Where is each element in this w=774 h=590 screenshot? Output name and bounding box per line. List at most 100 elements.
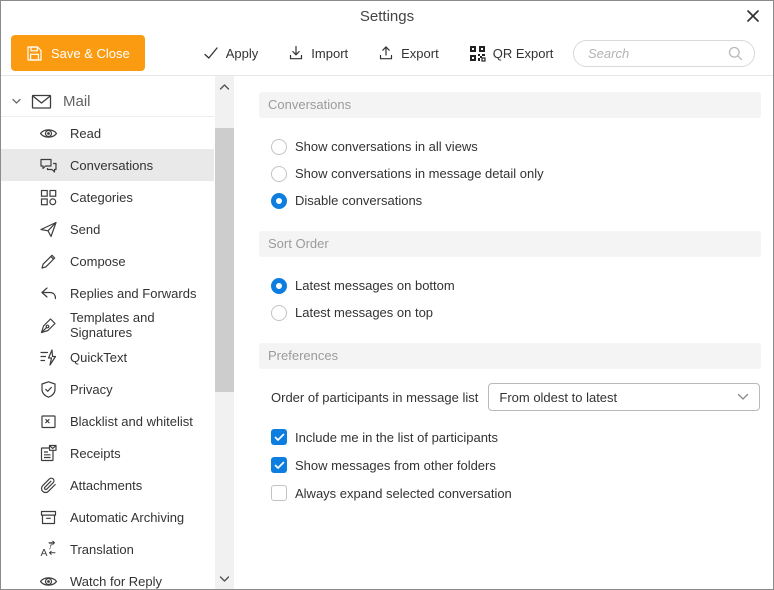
radio-disable-conversations[interactable]: Disable conversations	[271, 187, 761, 214]
checkbox-always-expand-conversation[interactable]: Always expand selected conversation	[271, 479, 761, 507]
apply-button[interactable]: Apply	[203, 45, 259, 61]
sidebar-item-conversations[interactable]: Conversations	[1, 149, 214, 181]
chevron-up-icon	[219, 83, 230, 91]
radio-show-conversations-detail-only[interactable]: Show conversations in message detail onl…	[271, 160, 761, 187]
radio-selected-icon[interactable]	[271, 278, 287, 294]
qr-export-button[interactable]: QR Export	[469, 45, 554, 62]
save-close-label: Save & Close	[51, 46, 130, 61]
radio-icon[interactable]	[271, 139, 287, 155]
import-label: Import	[311, 46, 348, 61]
settings-main-panel: Conversations Show conversations in all …	[241, 76, 773, 589]
sidebar-item-translation[interactable]: Aｱ Translation	[1, 533, 214, 565]
sidebar-item-label: Conversations	[70, 158, 153, 173]
radio-selected-icon[interactable]	[271, 193, 287, 209]
sidebar-rows: Mail Read Conversations Categories Send	[1, 87, 214, 590]
sidebar-item-label: Categories	[70, 190, 133, 205]
translate-icon: Aｱ	[39, 540, 58, 559]
preferences-checkboxes: Include me in the list of participants S…	[271, 423, 761, 507]
radio-icon[interactable]	[271, 166, 287, 182]
participants-order-select[interactable]: From oldest to latest	[488, 383, 760, 411]
settings-window: Settings Save & Close Apply Import Expor…	[0, 0, 774, 590]
save-icon	[26, 45, 43, 62]
toolbar: Save & Close Apply Import Export QR Expo…	[1, 31, 773, 76]
sidebar-item-categories[interactable]: Categories	[1, 181, 214, 213]
sort-order-options: Latest messages on bottom Latest message…	[271, 272, 761, 326]
sidebar-item-label: Replies and Forwards	[70, 286, 196, 301]
eye-icon	[39, 124, 58, 143]
sidebar-item-label: Templates and Signatures	[70, 310, 214, 340]
section-header-preferences: Preferences	[259, 343, 761, 369]
check-icon	[274, 433, 285, 442]
pen-nib-icon	[39, 316, 58, 335]
checkbox-checked-icon[interactable]	[271, 429, 287, 445]
scrollbar-thumb[interactable]	[215, 128, 234, 392]
sidebar-item-privacy[interactable]: Privacy	[1, 373, 214, 405]
import-icon	[288, 45, 304, 61]
qr-export-label: QR Export	[493, 46, 554, 61]
sidebar-item-label: Privacy	[70, 382, 113, 397]
sidebar-item-send[interactable]: Send	[1, 213, 214, 245]
section-header-sort-order: Sort Order	[259, 231, 761, 257]
sidebar-item-receipts[interactable]: Receipts	[1, 437, 214, 469]
sidebar-item-compose[interactable]: Compose	[1, 245, 214, 277]
checkbox-include-me[interactable]: Include me in the list of participants	[271, 423, 761, 451]
participants-order-row: Order of participants in message list Fr…	[271, 383, 761, 411]
scroll-up-button[interactable]	[215, 78, 234, 95]
titlebar: Settings	[1, 1, 773, 31]
sidebar: Mail Read Conversations Categories Send	[1, 76, 241, 589]
category-grid-icon	[39, 188, 58, 207]
sidebar-item-templates-and-signatures[interactable]: Templates and Signatures	[1, 309, 214, 341]
chevron-down-icon	[219, 575, 230, 583]
app-body: Mail Read Conversations Categories Send	[1, 76, 773, 589]
window-title: Settings	[1, 8, 773, 25]
apply-label: Apply	[226, 46, 259, 61]
check-icon	[203, 45, 219, 61]
shield-check-icon	[39, 380, 58, 399]
sidebar-item-label: Compose	[70, 254, 126, 269]
sidebar-item-attachments[interactable]: Attachments	[1, 469, 214, 501]
checkbox-unchecked-icon[interactable]	[271, 485, 287, 501]
check-icon	[274, 461, 285, 470]
save-close-button[interactable]: Save & Close	[11, 35, 145, 71]
import-button[interactable]: Import	[288, 45, 348, 61]
sidebar-item-quicktext[interactable]: QuickText	[1, 341, 214, 373]
blocked-box-icon	[39, 412, 58, 431]
paperclip-icon	[39, 476, 58, 495]
checkbox-label: Always expand selected conversation	[295, 486, 512, 501]
export-label: Export	[401, 46, 439, 61]
scroll-down-button[interactable]	[215, 570, 234, 587]
radio-show-conversations-all-views[interactable]: Show conversations in all views	[271, 133, 761, 160]
svg-text:A: A	[41, 547, 48, 559]
sidebar-item-label: Read	[70, 126, 101, 141]
mail-envelope-icon	[31, 93, 52, 110]
export-icon	[378, 45, 394, 61]
chat-bubbles-icon	[39, 156, 58, 175]
radio-latest-messages-bottom[interactable]: Latest messages on bottom	[271, 272, 761, 299]
toolbar-actions: Apply Import Export QR Export	[203, 45, 554, 62]
checkbox-checked-icon[interactable]	[271, 457, 287, 473]
search-icon	[727, 45, 744, 62]
sidebar-item-label: Send	[70, 222, 100, 237]
sidebar-item-automatic-archiving[interactable]: Automatic Archiving	[1, 501, 214, 533]
sidebar-scrollbar[interactable]	[215, 76, 234, 589]
paper-plane-icon	[39, 220, 58, 239]
sidebar-item-label: QuickText	[70, 350, 127, 365]
radio-latest-messages-top[interactable]: Latest messages on top	[271, 299, 761, 326]
radio-label: Disable conversations	[295, 193, 422, 208]
checkbox-show-messages-other-folders[interactable]: Show messages from other folders	[271, 451, 761, 479]
sidebar-item-watch-for-reply[interactable]: Watch for Reply	[1, 565, 214, 590]
sidebar-item-read[interactable]: Read	[1, 117, 214, 149]
radio-label: Show conversations in message detail onl…	[295, 166, 544, 181]
sidebar-item-blacklist-and-whitelist[interactable]: Blacklist and whitelist	[1, 405, 214, 437]
chevron-down-icon	[737, 393, 749, 401]
section-header-conversations: Conversations	[259, 92, 761, 118]
sidebar-item-replies-and-forwards[interactable]: Replies and Forwards	[1, 277, 214, 309]
close-button[interactable]	[744, 8, 762, 26]
search-input[interactable]	[588, 46, 727, 61]
archive-box-icon	[39, 508, 58, 527]
reply-arrow-icon	[39, 284, 58, 303]
export-button[interactable]: Export	[378, 45, 439, 61]
sidebar-group-mail[interactable]: Mail	[1, 87, 214, 117]
conversations-options: Show conversations in all views Show con…	[271, 133, 761, 214]
radio-icon[interactable]	[271, 305, 287, 321]
